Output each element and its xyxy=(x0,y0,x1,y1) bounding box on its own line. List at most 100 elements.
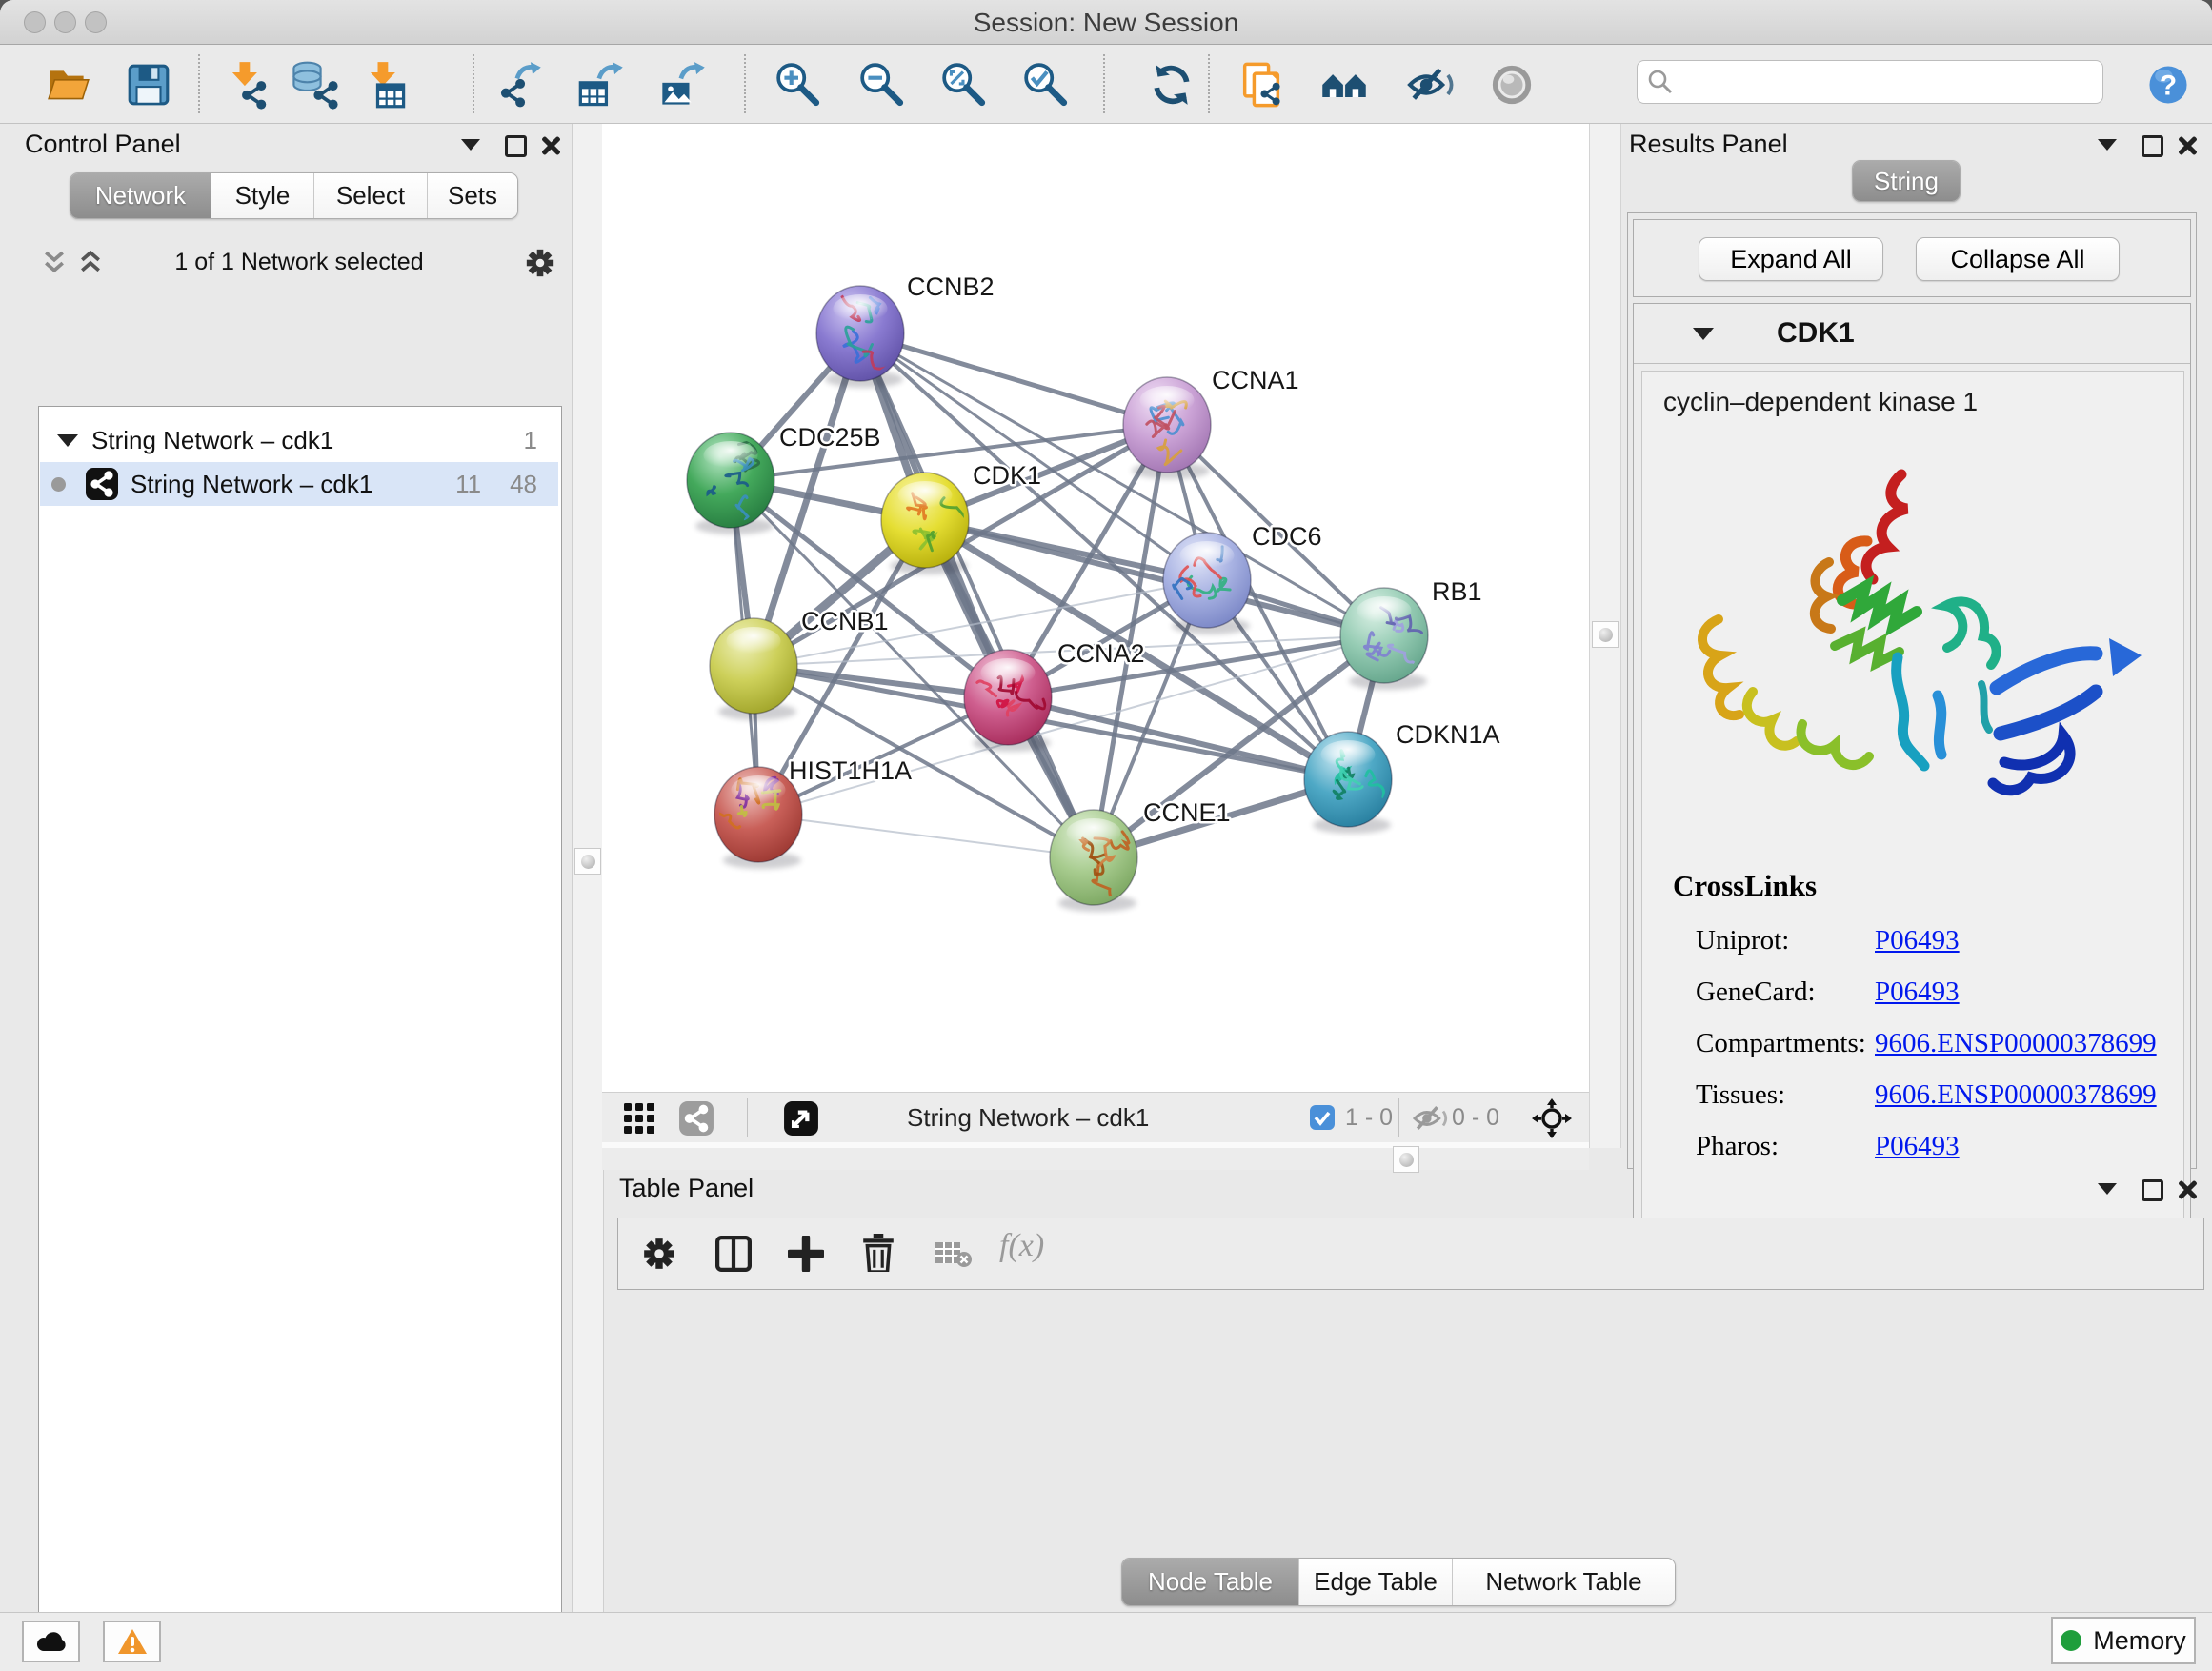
main-toolbar: ? xyxy=(0,45,2212,124)
selected-nodes-checkbox[interactable] xyxy=(1309,1104,1336,1131)
show-hidden-button[interactable] xyxy=(1485,58,1538,111)
search-input-container xyxy=(1637,60,2103,104)
gene-section: CDK1 cyclin–dependent kinase 1 xyxy=(1633,303,2191,1269)
houses-button[interactable] xyxy=(1317,58,1371,111)
cloud-icon xyxy=(35,1630,68,1653)
export-table-button[interactable] xyxy=(574,58,628,111)
network-options-gear-icon[interactable] xyxy=(524,247,556,279)
selected-counts: 1 - 0 xyxy=(1345,1104,1393,1132)
tab-node-table[interactable]: Node Table xyxy=(1122,1559,1299,1605)
node-label: RB1 xyxy=(1432,577,1482,606)
node-count: 11 xyxy=(455,470,481,499)
splitter-grip[interactable] xyxy=(574,848,601,875)
memory-button[interactable]: Memory xyxy=(2051,1617,2196,1664)
tab-string[interactable]: String xyxy=(1853,161,1960,201)
two-houses-icon xyxy=(1319,60,1369,110)
zoom-fit-button[interactable] xyxy=(937,58,991,111)
collection-count: 1 xyxy=(524,426,537,455)
horizontal-splitter[interactable] xyxy=(602,1148,1589,1170)
export-network-button[interactable] xyxy=(493,58,546,111)
crosslink-row: Pharos: P06493 xyxy=(1696,1120,2172,1172)
function-builder-icon: f(x) xyxy=(999,1228,1044,1264)
grid-view-icon[interactable] xyxy=(623,1102,655,1135)
vertical-splitter-left[interactable] xyxy=(572,124,604,1612)
delete-column-trash-icon[interactable] xyxy=(860,1234,896,1272)
vertical-splitter-right[interactable] xyxy=(1589,124,1621,1148)
network-tree: String Network – cdk1 1 String Network –… xyxy=(38,406,562,1671)
open-session-button[interactable] xyxy=(42,58,95,111)
crosslink-link[interactable]: 9606.ENSP00000378699 xyxy=(1875,1079,2157,1111)
toggle-columns-icon[interactable] xyxy=(715,1236,752,1272)
crosslink-link[interactable]: P06493 xyxy=(1875,1131,1960,1162)
crosslink-link[interactable]: P06493 xyxy=(1875,976,1960,1008)
tab-select[interactable]: Select xyxy=(314,173,428,218)
results-panel-menu-button[interactable] xyxy=(2094,131,2121,158)
results-tabs: String xyxy=(1852,160,1961,202)
save-session-button[interactable] xyxy=(122,58,175,111)
gene-header[interactable]: CDK1 xyxy=(1634,304,2190,364)
import-network-file-button[interactable] xyxy=(219,58,272,111)
table-panel-float-button[interactable] xyxy=(2139,1176,2165,1202)
toolbar-separator xyxy=(1208,54,1210,113)
tab-network-table[interactable]: Network Table xyxy=(1453,1559,1675,1605)
network-collection-row[interactable]: String Network – cdk1 1 xyxy=(40,418,558,462)
tab-edge-table[interactable]: Edge Table xyxy=(1299,1559,1453,1605)
control-panel-menu-button[interactable] xyxy=(457,131,484,158)
zoom-selected-button[interactable] xyxy=(1019,58,1073,111)
import-table-icon xyxy=(359,60,409,110)
crosslink-link[interactable]: 9606.ENSP00000378699 xyxy=(1875,1028,2157,1059)
crosslinks-list: Uniprot: P06493 GeneCard: P06493 Compart… xyxy=(1696,915,2172,1172)
splitter-grip[interactable] xyxy=(1592,621,1619,648)
detach-view-icon[interactable] xyxy=(783,1100,819,1137)
open-folder-icon xyxy=(45,61,92,109)
results-panel-float-button[interactable] xyxy=(2139,131,2165,158)
tab-sets[interactable]: Sets xyxy=(428,173,517,218)
search-input[interactable] xyxy=(1674,68,2093,97)
zoom-out-button[interactable] xyxy=(855,58,909,111)
crosslink-link[interactable]: P06493 xyxy=(1875,925,1960,956)
network-graph[interactable]: CCNB2CCNA1CDC25BCDK1CDC6RB1CCNB1CCNA2CDK… xyxy=(602,124,1589,1092)
node-label: CCNB2 xyxy=(907,272,995,301)
table-settings-gear-icon[interactable] xyxy=(641,1236,677,1272)
clone-network-button[interactable] xyxy=(1235,58,1288,111)
network-overview-icon[interactable] xyxy=(678,1100,714,1137)
export-image-button[interactable] xyxy=(656,58,710,111)
title-bar: Session: New Session xyxy=(0,0,2212,45)
cloud-button[interactable] xyxy=(22,1621,80,1662)
network-canvas[interactable]: CCNB2CCNA1CDC25BCDK1CDC6RB1CCNB1CCNA2CDK… xyxy=(602,124,1589,1092)
collapse-all-button[interactable]: Collapse All xyxy=(1916,237,2120,281)
protein-structure-image xyxy=(1661,448,2166,848)
results-panel-title: Results Panel xyxy=(1629,130,1788,159)
add-column-plus-icon[interactable] xyxy=(788,1236,824,1272)
crosslink-label: GeneCard: xyxy=(1696,976,1875,1008)
node-label: CDKN1A xyxy=(1396,720,1500,749)
tab-style[interactable]: Style xyxy=(211,173,314,218)
table-panel-menu-button[interactable] xyxy=(2094,1176,2121,1202)
control-panel-float-button[interactable] xyxy=(502,131,529,158)
help-button[interactable]: ? xyxy=(2142,58,2195,111)
warnings-button[interactable] xyxy=(103,1621,161,1662)
tab-network[interactable]: Network xyxy=(70,173,211,218)
apply-layout-button[interactable] xyxy=(1145,58,1198,111)
expand-all-button[interactable]: Expand All xyxy=(1699,237,1883,281)
control-panel: Control Panel Network Style Select Sets … xyxy=(0,124,572,1612)
gene-name: CDK1 xyxy=(1777,317,1855,350)
disclosure-triangle-icon[interactable] xyxy=(57,434,78,447)
window-title: Session: New Session xyxy=(0,8,2212,38)
splitter-grip[interactable] xyxy=(1393,1146,1419,1173)
import-table-file-button[interactable] xyxy=(357,58,411,111)
memory-status-dot xyxy=(2061,1630,2081,1651)
delete-table-icon xyxy=(935,1241,973,1268)
table-toolbar: f(x) xyxy=(617,1218,2204,1290)
network-row[interactable]: String Network – cdk1 11 48 xyxy=(40,462,558,506)
results-panel-close-button[interactable] xyxy=(2173,131,2200,158)
import-network-database-button[interactable] xyxy=(287,58,340,111)
birdseye-crosshair-icon[interactable] xyxy=(1532,1098,1572,1138)
gene-disclosure-icon[interactable] xyxy=(1693,328,1714,340)
hide-selected-button[interactable] xyxy=(1402,58,1456,111)
control-panel-close-button[interactable] xyxy=(536,131,563,158)
zoom-in-button[interactable] xyxy=(772,58,825,111)
toolbar-separator xyxy=(473,54,474,113)
table-panel-close-button[interactable] xyxy=(2173,1176,2200,1202)
expand-collapse-bar: Expand All Collapse All xyxy=(1633,219,2191,297)
